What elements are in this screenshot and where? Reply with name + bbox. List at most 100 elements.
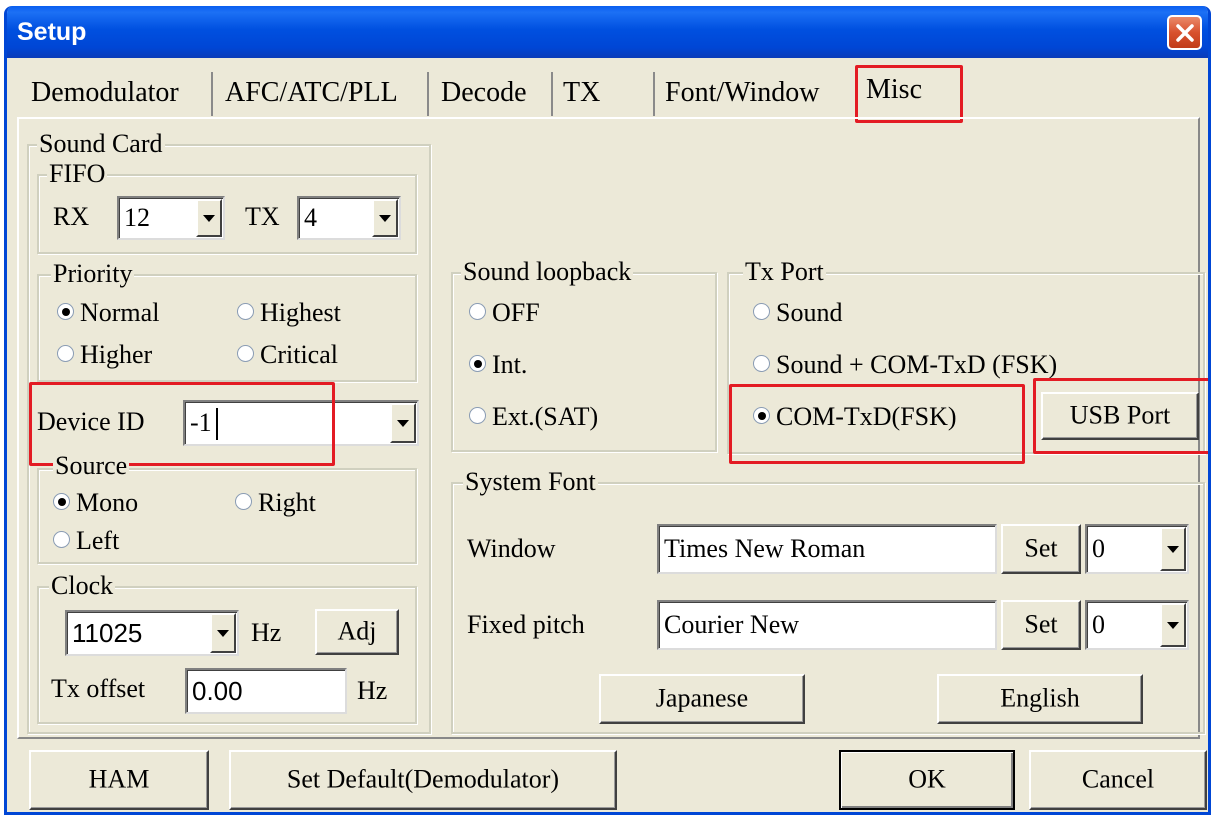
fifo-rx-combo[interactable]: 12 bbox=[117, 196, 225, 240]
japanese-button-label: Japanese bbox=[655, 683, 749, 713]
radio-label: Mono bbox=[76, 488, 139, 517]
tab-demodulator[interactable]: Demodulator bbox=[27, 72, 213, 116]
source-mono-radio[interactable]: Mono bbox=[53, 488, 138, 518]
radio-label: Sound + COM-TxD (FSK) bbox=[776, 350, 1058, 379]
close-icon bbox=[1176, 24, 1194, 42]
english-button[interactable]: English bbox=[937, 674, 1143, 724]
tab-tx[interactable]: TX bbox=[559, 72, 655, 116]
priority-critical-radio[interactable]: Critical bbox=[237, 340, 338, 370]
radio-checked-icon bbox=[53, 493, 70, 510]
ok-button[interactable]: OK bbox=[839, 750, 1015, 810]
close-button[interactable] bbox=[1167, 15, 1202, 50]
chevron-down-icon[interactable] bbox=[210, 613, 236, 653]
fixed-pitch-value: Courier New bbox=[664, 610, 800, 639]
sound-loopback-title: Sound loopback bbox=[461, 257, 634, 286]
radio-unchecked-icon bbox=[53, 531, 70, 548]
clock-title: Clock bbox=[49, 571, 116, 600]
priority-title: Priority bbox=[51, 259, 135, 288]
window-font-set-button[interactable]: Set bbox=[1001, 524, 1081, 574]
fifo-title: FIFO bbox=[47, 159, 108, 188]
priority-higher-radio[interactable]: Higher bbox=[57, 340, 152, 370]
window-title: Setup bbox=[17, 18, 87, 46]
ham-button[interactable]: HAM bbox=[29, 750, 209, 810]
fixed-charset-value: 0 bbox=[1092, 610, 1105, 639]
radio-label: Left bbox=[76, 526, 120, 555]
ham-button-label: HAM bbox=[88, 764, 150, 794]
window-charset-value: 0 bbox=[1092, 534, 1105, 563]
tab-afc-atc-pll[interactable]: AFC/ATC/PLL bbox=[221, 72, 429, 116]
loopback-ext-radio[interactable]: Ext.(SAT) bbox=[469, 402, 598, 432]
adj-button[interactable]: Adj bbox=[315, 609, 399, 655]
tab-font-window[interactable]: Font/Window bbox=[663, 72, 849, 116]
english-button-label: English bbox=[1000, 683, 1080, 713]
loopback-int-radio[interactable]: Int. bbox=[469, 350, 527, 380]
radio-unchecked-icon bbox=[235, 493, 252, 510]
setup-dialog: Setup Demodulator AFC/ATC/PLL Decode TX … bbox=[4, 6, 1211, 815]
chevron-down-icon[interactable] bbox=[372, 199, 398, 237]
tx-offset-label: Tx offset bbox=[51, 674, 146, 703]
set-button-label: Set bbox=[1024, 533, 1058, 563]
chevron-down-icon[interactable] bbox=[196, 199, 222, 237]
set-default-button-label: Set Default(Demodulator) bbox=[286, 764, 560, 794]
radio-unchecked-icon bbox=[753, 355, 770, 372]
sound-card-title: Sound Card bbox=[37, 129, 165, 158]
tab-decode[interactable]: Decode bbox=[437, 72, 553, 116]
priority-highest-radio[interactable]: Highest bbox=[237, 298, 341, 328]
title-bar[interactable]: Setup bbox=[7, 6, 1208, 58]
chevron-down-icon[interactable] bbox=[1160, 527, 1186, 571]
radio-label: Int. bbox=[492, 350, 528, 379]
tx-port-sound-radio[interactable]: Sound bbox=[753, 298, 842, 328]
set-default-button[interactable]: Set Default(Demodulator) bbox=[229, 750, 617, 810]
fixed-pitch-set-button[interactable]: Set bbox=[1001, 600, 1081, 650]
window-font-label: Window bbox=[467, 534, 556, 563]
fixed-pitch-label: Fixed pitch bbox=[467, 610, 585, 639]
fixed-charset-combo[interactable]: 0 bbox=[1085, 600, 1189, 650]
usb-port-highlight bbox=[1033, 378, 1208, 454]
fifo-rx-value: 12 bbox=[124, 203, 150, 232]
tx-offset-value: 0.00 bbox=[192, 676, 243, 706]
radio-unchecked-icon bbox=[57, 345, 74, 362]
window-charset-combo[interactable]: 0 bbox=[1085, 524, 1189, 574]
com-txd-highlight bbox=[729, 384, 1025, 464]
source-left-radio[interactable]: Left bbox=[53, 526, 119, 556]
radio-checked-icon bbox=[469, 355, 486, 372]
chevron-down-icon[interactable] bbox=[1160, 603, 1186, 647]
radio-label: OFF bbox=[492, 298, 540, 327]
japanese-button[interactable]: Japanese bbox=[599, 674, 805, 724]
fifo-rx-label: RX bbox=[53, 202, 90, 231]
fifo-tx-combo[interactable]: 4 bbox=[297, 196, 401, 240]
clock-value: 11025 bbox=[72, 618, 143, 648]
tx-port-title: Tx Port bbox=[743, 257, 826, 286]
fixed-pitch-input[interactable]: Courier New bbox=[657, 600, 997, 650]
ok-button-label: OK bbox=[908, 764, 946, 794]
system-font-title: System Font bbox=[463, 467, 598, 496]
window-font-value: Times New Roman bbox=[664, 534, 866, 563]
misc-tab-highlight bbox=[855, 65, 963, 123]
source-right-radio[interactable]: Right bbox=[235, 488, 316, 518]
tx-port-sound-com-radio[interactable]: Sound + COM-TxD (FSK) bbox=[753, 350, 1057, 380]
radio-label: Ext.(SAT) bbox=[492, 402, 599, 431]
tx-offset-unit: Hz bbox=[357, 676, 388, 705]
radio-label: Normal bbox=[80, 298, 160, 327]
fifo-tx-label: TX bbox=[245, 202, 280, 231]
radio-unchecked-icon bbox=[237, 345, 254, 362]
radio-unchecked-icon bbox=[753, 303, 770, 320]
adj-button-label: Adj bbox=[337, 616, 377, 646]
source-title: Source bbox=[53, 451, 130, 480]
radio-label: Right bbox=[258, 488, 316, 517]
clock-unit: Hz bbox=[251, 618, 282, 647]
radio-label: Sound bbox=[776, 298, 843, 327]
radio-label: Highest bbox=[260, 298, 341, 327]
cancel-button-label: Cancel bbox=[1081, 764, 1155, 794]
tx-offset-input[interactable]: 0.00 bbox=[185, 668, 347, 714]
cancel-button[interactable]: Cancel bbox=[1029, 750, 1207, 810]
loopback-off-radio[interactable]: OFF bbox=[469, 298, 540, 328]
window-font-input[interactable]: Times New Roman bbox=[657, 524, 997, 574]
clock-combo[interactable]: 11025 bbox=[65, 610, 239, 656]
radio-unchecked-icon bbox=[469, 407, 486, 424]
radio-checked-icon bbox=[57, 303, 74, 320]
chevron-down-icon[interactable] bbox=[390, 403, 416, 443]
priority-normal-radio[interactable]: Normal bbox=[57, 298, 159, 328]
fifo-tx-value: 4 bbox=[304, 203, 317, 232]
set-button-label: Set bbox=[1024, 609, 1058, 639]
